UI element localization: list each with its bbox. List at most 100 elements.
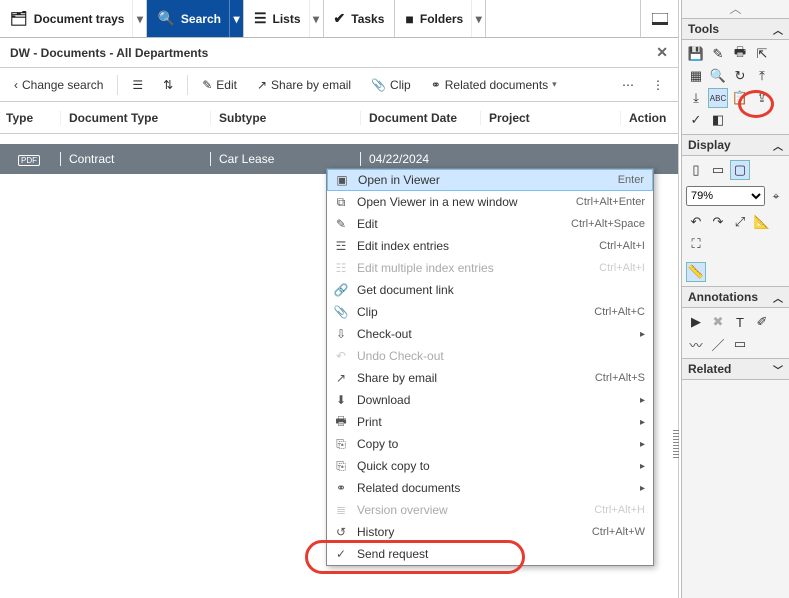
ctx-print[interactable]: 🖶 Print ▸ <box>327 411 653 433</box>
clip-button[interactable]: 📎 Clip <box>365 75 417 95</box>
annotations-grid: ▶ ✖ T ✐ 〰 ／ ▭ <box>682 308 789 358</box>
page-layout-icon[interactable]: ▯ <box>686 160 706 180</box>
edit-tool-icon[interactable]: ✎ <box>708 44 728 64</box>
ctx-share[interactable]: ↗ Share by email Ctrl+Alt+S <box>327 367 653 389</box>
stamp-icon[interactable]: ✓ <box>686 110 706 130</box>
ctx-label: Related documents <box>357 481 632 495</box>
ctx-edit[interactable]: ✎ Edit Ctrl+Alt+Space <box>327 213 653 235</box>
ctx-download[interactable]: ⬇ Download ▸ <box>327 389 653 411</box>
kebab-icon: ⋮ <box>652 78 664 92</box>
clipboard-icon[interactable]: 📋 <box>730 88 750 108</box>
ctx-related[interactable]: ⚭ Related documents ▸ <box>327 477 653 499</box>
search-tool-icon[interactable]: 🔍 <box>708 66 728 86</box>
more-button[interactable]: ⋯ <box>616 75 640 95</box>
rotate-left-icon[interactable]: ↶ <box>686 212 706 232</box>
col-subtype[interactable]: Subtype <box>210 111 360 125</box>
measure-icon[interactable]: 📐 <box>752 212 772 232</box>
panel-annotations[interactable]: Annotations ︿ <box>682 286 789 308</box>
shortcut: Ctrl+Alt+Space <box>571 218 645 230</box>
fit-icon[interactable]: ⛶ <box>686 234 706 254</box>
share-button[interactable]: ↗ Share by email <box>251 75 357 95</box>
col-project[interactable]: Project <box>480 111 620 125</box>
change-search-button[interactable]: ‹ Change search <box>8 75 109 95</box>
edit-button[interactable]: ✎ Edit <box>196 75 243 95</box>
col-actions[interactable]: Action <box>620 111 678 125</box>
panel-title: Related <box>688 362 731 376</box>
upload-icon[interactable]: ⤒ <box>752 66 772 86</box>
ctx-open-viewer[interactable]: ▣ Open in Viewer Enter <box>327 169 653 191</box>
chevron-down-icon[interactable]: ▾ <box>309 0 323 37</box>
ctx-clip[interactable]: 📎 Clip Ctrl+Alt+C <box>327 301 653 323</box>
chevron-down-icon[interactable]: ▾ <box>132 0 146 37</box>
shortcut: Ctrl+Alt+I <box>599 240 645 252</box>
ctx-checkout[interactable]: ⇩ Check-out ▸ <box>327 323 653 345</box>
tab-lists[interactable]: ☰ Lists ▾ <box>244 0 324 37</box>
two-page-icon[interactable]: ▭ <box>708 160 728 180</box>
tab-document-trays[interactable]: 🗂 Document trays ▾ <box>0 0 147 37</box>
rect-icon[interactable]: ▭ <box>730 334 750 354</box>
fit-page-icon[interactable]: ▢ <box>730 160 750 180</box>
delete-annot-icon[interactable]: ✖ <box>708 312 728 332</box>
line-icon[interactable]: ／ <box>708 334 728 354</box>
crop-icon[interactable]: ◧ <box>708 110 728 130</box>
ctx-label: Edit <box>357 217 563 231</box>
text-annot-icon[interactable]: T <box>730 312 750 332</box>
share-tool-icon[interactable]: ⇪ <box>752 88 772 108</box>
chevron-down-icon[interactable]: ▾ <box>229 0 243 37</box>
col-doctype[interactable]: Document Type <box>60 111 210 125</box>
sort-button[interactable]: ⇅ <box>157 75 179 95</box>
submenu-arrow-icon: ▸ <box>640 483 645 494</box>
flip-icon[interactable]: ⤢ <box>730 212 750 232</box>
pdf-badge: PDF <box>18 155 40 166</box>
ctx-edit-index[interactable]: ☲ Edit index entries Ctrl+Alt+I <box>327 235 653 257</box>
pen-annot-icon[interactable]: ✐ <box>752 312 772 332</box>
list-view-button[interactable]: ☰ <box>126 75 149 95</box>
close-button[interactable]: ✕ <box>656 44 668 61</box>
tab-search[interactable]: 🔍 Search ▾ <box>147 0 243 37</box>
sort-icon: ⇅ <box>163 78 173 92</box>
abc-text-icon[interactable]: ABC <box>708 88 728 108</box>
ruler-icon[interactable]: 📏 <box>686 262 706 282</box>
redo-icon[interactable]: ↻ <box>730 66 750 86</box>
ctx-send-request[interactable]: ✓ Send request <box>327 543 653 565</box>
panel-title: Display <box>688 138 731 152</box>
panel-tools[interactable]: Tools ︿ <box>682 18 789 40</box>
version-icon: ≣ <box>333 503 349 517</box>
grid-icon[interactable]: ▦ <box>686 66 706 86</box>
dots-icon: ⋯ <box>622 78 634 92</box>
chevron-down-icon[interactable]: ▾ <box>471 0 485 37</box>
export-icon[interactable]: ⇱ <box>752 44 772 64</box>
rotate-right-icon[interactable]: ↷ <box>708 212 728 232</box>
zoom-select[interactable]: 79% <box>686 186 765 206</box>
panel-display[interactable]: Display ︿ <box>682 134 789 156</box>
highlight-icon[interactable]: 〰 <box>686 334 706 354</box>
quick-copy-icon: ⎘ <box>333 459 349 474</box>
context-bar: DW - Documents - All Departments ✕ <box>0 38 678 68</box>
ctx-copy-to[interactable]: ⎘ Copy to ▸ <box>327 433 653 455</box>
ctx-version: ≣ Version overview Ctrl+Alt+H <box>327 499 653 521</box>
col-type[interactable]: Type <box>0 111 60 125</box>
resize-handle[interactable] <box>673 430 679 460</box>
layout-toggle-button[interactable] <box>640 0 678 37</box>
pointer-icon[interactable]: ▶ <box>686 312 706 332</box>
ctx-quick-copy[interactable]: ⎘ Quick copy to ▸ <box>327 455 653 477</box>
panel-related[interactable]: Related ﹀ <box>682 358 789 380</box>
download-tool-icon[interactable]: ⤓ <box>686 88 706 108</box>
ctx-open-new-window[interactable]: ⧉ Open Viewer in a new window Ctrl+Alt+E… <box>327 191 653 213</box>
col-date[interactable]: Document Date <box>360 111 480 125</box>
save-icon[interactable]: 💾 <box>686 44 706 64</box>
tab-folders[interactable]: ■ Folders ▾ <box>395 0 486 37</box>
open-icon: ▣ <box>334 173 350 187</box>
tab-tasks[interactable]: ✔ Tasks <box>324 0 396 37</box>
ctx-label: Check-out <box>357 327 632 341</box>
ctx-history[interactable]: ↺ History Ctrl+Alt+W <box>327 521 653 543</box>
zoom-target-icon[interactable]: ⌖ <box>767 187 785 205</box>
ctx-get-link[interactable]: 🔗 Get document link <box>327 279 653 301</box>
panel-title: Annotations <box>688 290 758 304</box>
menu-button[interactable]: ⋮ <box>646 75 670 95</box>
related-icon: ⚭ <box>333 481 349 495</box>
collapse-up-button[interactable]: ︿ <box>682 0 789 18</box>
print-tool-icon[interactable]: 🖶 <box>730 44 750 64</box>
cell-subtype: Car Lease <box>210 152 360 166</box>
related-button[interactable]: ⚭ Related documents ▾ <box>425 75 563 95</box>
